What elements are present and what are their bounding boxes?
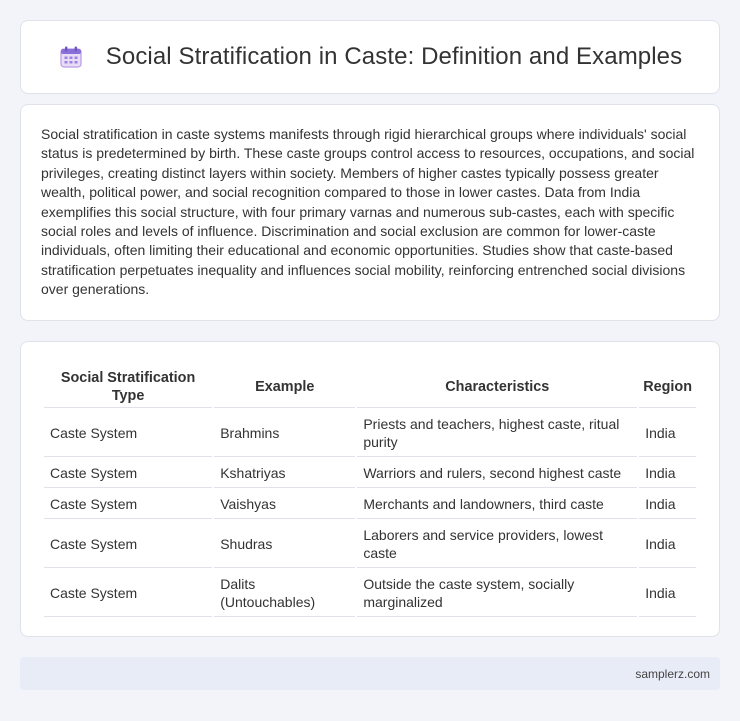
cell-type: Caste System xyxy=(44,459,213,488)
cell-type: Caste System xyxy=(44,521,213,568)
page-title: Social Stratification in Caste: Definiti… xyxy=(105,43,683,70)
column-header-region: Region xyxy=(639,366,696,408)
cell-type: Caste System xyxy=(44,410,213,457)
intro-paragraph: Social stratification in caste systems m… xyxy=(41,126,695,298)
cell-characteristics: Merchants and landowners, third caste xyxy=(357,490,638,519)
table-row: Caste System Vaishyas Merchants and land… xyxy=(44,490,696,519)
cell-example: Shudras xyxy=(214,521,356,568)
table-card: Social Stratification Type Example Chara… xyxy=(20,341,720,637)
cell-example: Dalits (Untouchables) xyxy=(214,570,356,617)
column-header-type: Social Stratification Type xyxy=(44,366,213,408)
cell-region: India xyxy=(639,459,696,488)
footer-bar: samplerz.com xyxy=(20,657,720,690)
cell-region: India xyxy=(639,570,696,617)
table-header-row: Social Stratification Type Example Chara… xyxy=(44,366,696,408)
table-row: Caste System Dalits (Untouchables) Outsi… xyxy=(44,570,696,617)
table-row: Caste System Kshatriyas Warriors and rul… xyxy=(44,459,696,488)
cell-type: Caste System xyxy=(44,570,213,617)
intro-card: Social stratification in caste systems m… xyxy=(20,104,720,321)
cell-type: Caste System xyxy=(44,490,213,519)
cell-example: Vaishyas xyxy=(214,490,356,519)
cell-characteristics: Laborers and service providers, lowest c… xyxy=(357,521,638,568)
cell-region: India xyxy=(639,521,696,568)
cell-characteristics: Outside the caste system, socially margi… xyxy=(357,570,638,617)
cell-region: India xyxy=(639,410,696,457)
cell-region: India xyxy=(639,490,696,519)
cell-characteristics: Warriors and rulers, second highest cast… xyxy=(357,459,638,488)
column-header-example: Example xyxy=(214,366,356,408)
column-header-characteristics: Characteristics xyxy=(357,366,638,408)
cell-characteristics: Priests and teachers, highest caste, rit… xyxy=(357,410,638,457)
title-row: Social Stratification in Caste: Definiti… xyxy=(58,43,682,71)
cell-example: Brahmins xyxy=(214,410,356,457)
table-row: Caste System Brahmins Priests and teache… xyxy=(44,410,696,457)
footer-site-link[interactable]: samplerz.com xyxy=(635,667,710,681)
calendar-icon xyxy=(58,44,84,70)
stratification-table: Social Stratification Type Example Chara… xyxy=(42,364,698,619)
title-card: Social Stratification in Caste: Definiti… xyxy=(20,20,720,94)
cell-example: Kshatriyas xyxy=(214,459,356,488)
table-row: Caste System Shudras Laborers and servic… xyxy=(44,521,696,568)
